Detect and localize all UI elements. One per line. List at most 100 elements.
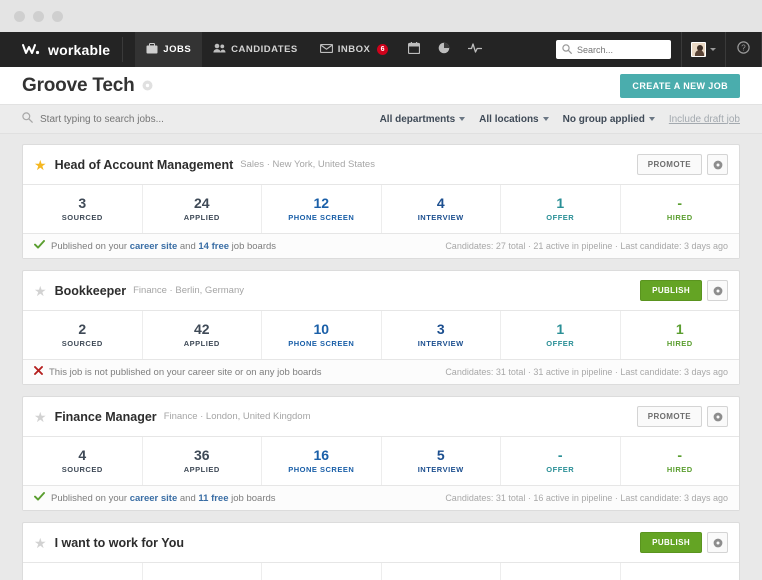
- status-post: job boards: [229, 241, 276, 252]
- filter-locations[interactable]: All locations: [479, 114, 548, 125]
- nav-item-reports[interactable]: [429, 32, 459, 67]
- stage-applied[interactable]: 36APPLIED: [143, 437, 263, 485]
- window-maximize-dot[interactable]: [52, 11, 63, 22]
- stage-hired[interactable]: -HIRED: [621, 185, 740, 233]
- stage-count: 10: [262, 321, 381, 337]
- stage-phone-screen[interactable]: 16PHONE SCREEN: [262, 437, 382, 485]
- job-search[interactable]: [22, 110, 260, 128]
- job-meta: Sales · New York, United States: [240, 159, 375, 170]
- filter-departments[interactable]: All departments: [380, 114, 466, 125]
- publish-button[interactable]: PUBLISH: [640, 280, 702, 301]
- job-search-input[interactable]: [40, 114, 260, 125]
- career-site-link[interactable]: career site: [130, 493, 178, 504]
- nav-item-inbox[interactable]: INBOX 6: [309, 32, 400, 67]
- job-title[interactable]: Head of Account Management: [55, 158, 234, 172]
- nav-label-inbox: INBOX: [338, 44, 371, 55]
- user-avatar: [691, 42, 706, 57]
- nav-item-candidates[interactable]: CANDIDATES: [202, 32, 309, 67]
- stage-hired[interactable]: -HIRED: [621, 563, 740, 580]
- stage-label: APPLIED: [143, 213, 262, 222]
- search-icon: [562, 41, 572, 59]
- chevron-down-icon: [710, 48, 716, 51]
- filter-group: All departments All locations No group a…: [380, 114, 740, 125]
- global-search[interactable]: [556, 40, 671, 59]
- star-outline-icon[interactable]: ★: [34, 284, 47, 298]
- stage-phone-screen[interactable]: -PHONE SCREEN: [262, 563, 382, 580]
- promote-button[interactable]: PROMOTE: [637, 406, 702, 427]
- stage-count: -: [621, 573, 740, 580]
- gear-icon[interactable]: [707, 406, 728, 427]
- job-card-footer: This job is not published on your career…: [23, 360, 739, 384]
- star-filled-icon[interactable]: ★: [34, 158, 47, 172]
- stage-offer[interactable]: -OFFER: [501, 563, 621, 580]
- stage-label: HIRED: [621, 465, 740, 474]
- stage-offer[interactable]: 1 OFFER: [501, 311, 621, 359]
- window-close-dot[interactable]: [14, 11, 25, 22]
- brand-name: workable: [48, 42, 110, 58]
- stage-interview[interactable]: 3INTERVIEW: [382, 311, 502, 359]
- stage-sourced[interactable]: 3SOURCED: [23, 185, 143, 233]
- stage-label: OFFER: [501, 339, 620, 348]
- job-title[interactable]: Bookkeeper: [55, 284, 127, 298]
- stage-hired[interactable]: -HIRED: [621, 437, 740, 485]
- stage-count: 3: [23, 195, 142, 211]
- gear-icon[interactable]: [707, 532, 728, 553]
- free-boards-count: 11 free: [198, 493, 228, 504]
- star-outline-icon[interactable]: ★: [34, 536, 47, 550]
- navbar-menu: JOBS CANDIDATES INBOX 6: [135, 32, 491, 67]
- window-minimize-dot[interactable]: [33, 11, 44, 22]
- job-card-header: ★Finance ManagerFinance · London, United…: [23, 397, 739, 436]
- help-button[interactable]: ?: [726, 41, 761, 59]
- stage-count: 1: [501, 321, 620, 337]
- stage-sourced[interactable]: -SOURCED: [23, 563, 143, 580]
- publish-status-text: Published on your career site and 14 fre…: [51, 241, 276, 252]
- stage-phone-screen[interactable]: 10 PHONE SCREEN: [262, 311, 382, 359]
- nav-item-jobs[interactable]: JOBS: [135, 32, 202, 67]
- chevron-down-icon: [543, 117, 549, 121]
- nav-item-calendar[interactable]: [399, 32, 429, 67]
- stage-offer[interactable]: 1OFFER: [501, 185, 621, 233]
- browser-window: workable JOBS CANDIDATES INBOX: [0, 0, 762, 580]
- job-title[interactable]: Finance Manager: [55, 410, 157, 424]
- stage-applied[interactable]: 24 APPLIED: [143, 185, 263, 233]
- job-meta: Finance · Berlin, Germany: [133, 285, 244, 296]
- chevron-down-icon: [459, 117, 465, 121]
- job-title[interactable]: I want to work for You: [55, 536, 184, 550]
- stage-interview[interactable]: 4INTERVIEW: [382, 185, 502, 233]
- job-card-actions: PROMOTE: [637, 406, 728, 427]
- stage-applied[interactable]: -APPLIED: [143, 563, 263, 580]
- stage-offer[interactable]: -OFFER: [501, 437, 621, 485]
- check-icon: [34, 492, 45, 504]
- stage-applied[interactable]: 42APPLIED: [143, 311, 263, 359]
- filter-group-applied[interactable]: No group applied: [563, 114, 655, 125]
- stage-sourced[interactable]: 4SOURCED: [23, 437, 143, 485]
- stage-label: PHONE SCREEN: [262, 213, 381, 222]
- stage-sourced[interactable]: 2SOURCED: [23, 311, 143, 359]
- user-menu[interactable]: [682, 42, 725, 57]
- stage-label: OFFER: [501, 465, 620, 474]
- stage-label: INTERVIEW: [382, 465, 501, 474]
- gear-icon[interactable]: [707, 280, 728, 301]
- calendar-icon: [408, 42, 420, 57]
- stage-phone-screen[interactable]: 12PHONE SCREEN: [262, 185, 382, 233]
- publish-button[interactable]: PUBLISH: [640, 532, 702, 553]
- stage-label: OFFER: [501, 213, 620, 222]
- promote-button[interactable]: PROMOTE: [637, 154, 702, 175]
- nav-item-activity[interactable]: [459, 32, 491, 67]
- gear-icon[interactable]: [707, 154, 728, 175]
- stage-hired[interactable]: 1HIRED: [621, 311, 740, 359]
- career-site-link[interactable]: career site: [130, 241, 178, 252]
- stage-count: 24: [143, 195, 262, 211]
- star-outline-icon[interactable]: ★: [34, 410, 47, 424]
- stage-label: PHONE SCREEN: [262, 339, 381, 348]
- include-draft-job-link[interactable]: Include draft job: [669, 114, 740, 125]
- brand-logo[interactable]: workable: [22, 32, 110, 67]
- stage-interview[interactable]: -INTERVIEW: [382, 563, 502, 580]
- filter-bar: All departments All locations No group a…: [0, 105, 762, 134]
- nav-label-jobs: JOBS: [163, 44, 191, 55]
- gear-icon[interactable]: [142, 80, 153, 91]
- create-a-new-job-button[interactable]: CREATE A NEW JOB: [620, 74, 740, 98]
- search-input[interactable]: [577, 45, 665, 55]
- stage-interview[interactable]: 5INTERVIEW: [382, 437, 502, 485]
- navbar-divider: [122, 37, 123, 62]
